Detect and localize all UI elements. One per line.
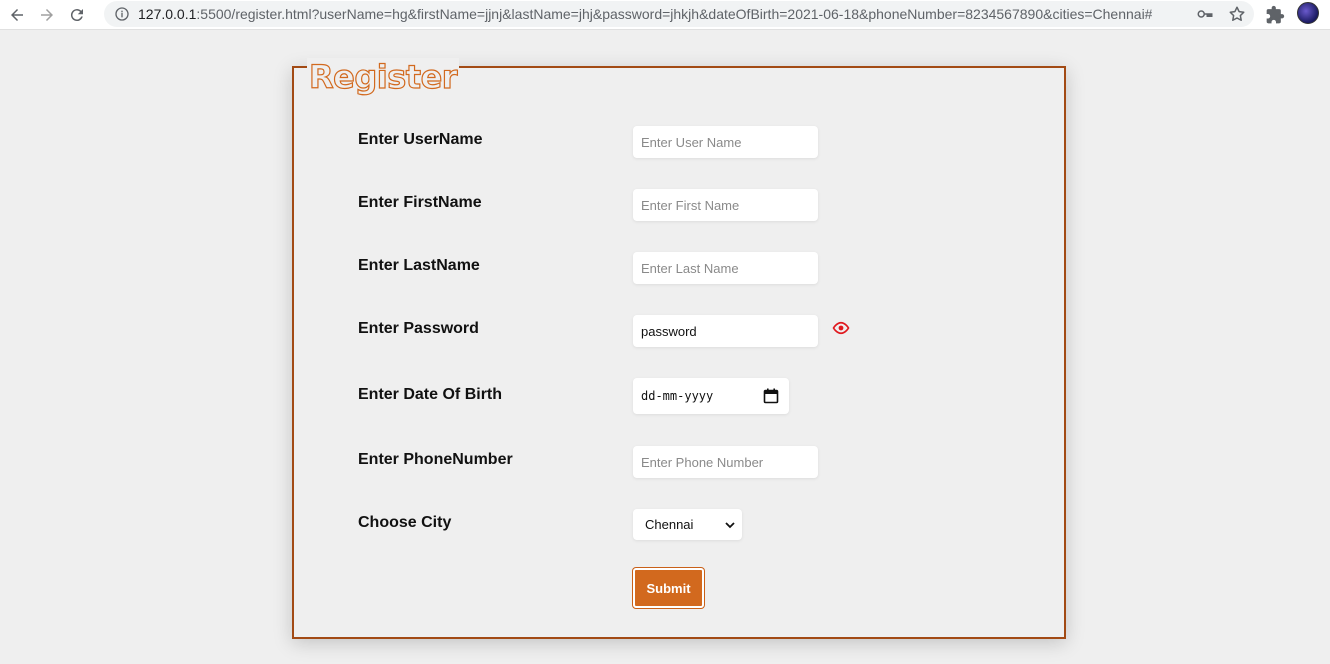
city-selected-value: Chennai [645,517,694,532]
back-button[interactable] [4,2,30,28]
password-input[interactable]: password [633,315,818,347]
browser-toolbar: 127.0.0.1:5500/register.html?userName=hg… [0,0,1330,30]
submit-button[interactable]: Submit [633,568,704,608]
chevron-down-icon [725,522,735,529]
username-label: Enter UserName [358,131,483,148]
form-legend: Register [307,57,460,97]
address-bar[interactable]: 127.0.0.1:5500/register.html?userName=hg… [104,1,1254,27]
lastname-input[interactable]: Enter Last Name [633,252,818,284]
arrow-left-icon [11,8,23,21]
info-icon[interactable] [114,6,130,22]
firstname-label: Enter FirstName [358,194,482,211]
lastname-label: Enter LastName [358,257,480,274]
arrow-right-icon [41,8,53,21]
url-path: :5500/register.html?userName=hg&firstNam… [196,6,1153,22]
city-select[interactable]: Chennai [633,509,742,540]
dob-placeholder: dd-mm-yyyy [641,389,714,403]
reload-button[interactable] [64,2,90,28]
forward-button[interactable] [34,2,60,28]
dob-label: Enter Date Of Birth [358,386,503,403]
city-label: Choose City [358,514,452,531]
dob-input[interactable]: dd-mm-yyyy [633,378,789,414]
username-input[interactable]: Enter User Name [633,126,818,158]
phone-label: Enter PhoneNumber [358,451,513,468]
star-icon[interactable] [1228,5,1246,23]
phone-input[interactable]: Enter Phone Number [633,446,818,478]
reload-icon [70,8,83,21]
password-label: Enter Password [358,320,479,337]
profile-avatar[interactable] [1297,2,1319,24]
eye-icon[interactable] [832,321,850,335]
url-text: 127.0.0.1:5500/register.html?userName=hg… [138,6,1152,22]
url-host: 127.0.0.1 [138,6,197,22]
firstname-input[interactable]: Enter First Name [633,189,818,221]
extensions-icon[interactable] [1265,5,1285,25]
calendar-icon[interactable] [763,388,779,404]
key-icon[interactable] [1196,5,1214,23]
